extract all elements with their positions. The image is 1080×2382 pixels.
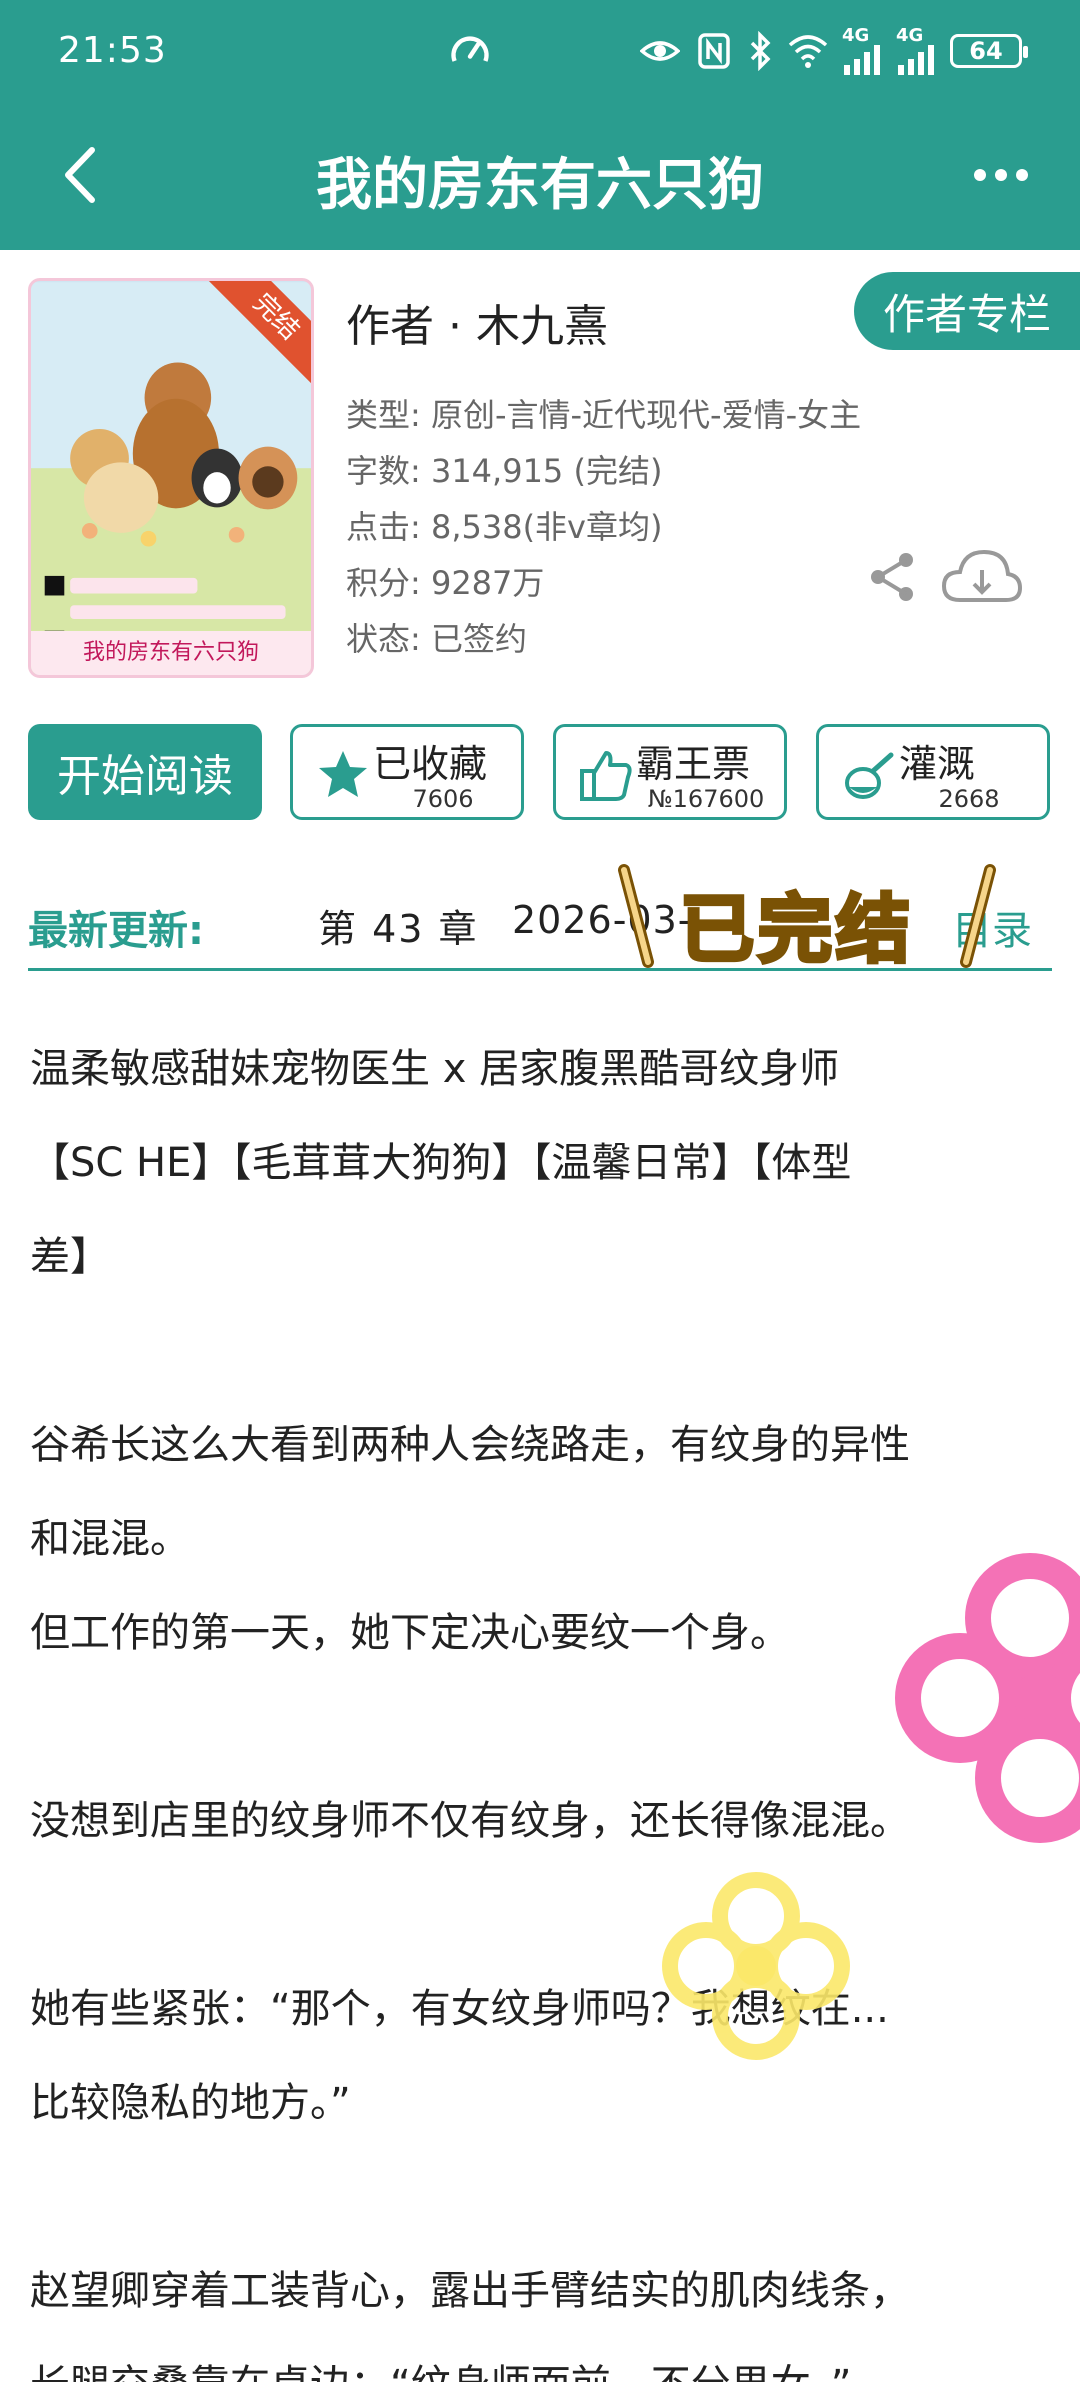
share-icon[interactable] xyxy=(866,550,920,604)
author-column-button[interactable]: 作者专栏 xyxy=(854,272,1080,350)
favorite-count: 7606 xyxy=(412,785,474,813)
network-type-1: 4G xyxy=(842,25,870,46)
desc-line: 她有些紧张：“那个，有女纹身师吗？我想纹在... xyxy=(30,1986,889,2032)
more-button[interactable] xyxy=(966,150,1036,200)
vote-button[interactable]: 霸王票 №167600 xyxy=(553,724,787,820)
wifi-icon xyxy=(788,35,828,68)
desc-line: 长腿交叠靠在桌边：“纹身师面前，不分男女。” xyxy=(30,2338,1060,2382)
yellow-flower-decoration xyxy=(662,1872,850,2060)
vote-label: 霸王票 xyxy=(636,742,751,786)
vote-count: №167600 xyxy=(647,785,765,813)
status-time: 21:53 xyxy=(58,30,167,71)
top-bar: 21:53 4G 4G 64 我的房东有六只狗 xyxy=(0,0,1080,250)
book-cover[interactable]: 完结 我的房东有六只狗 xyxy=(28,278,314,678)
desc-line xyxy=(30,1304,1060,1398)
latest-chapter[interactable]: 第 43 章 xyxy=(318,898,479,953)
latest-update-label: 最新更新: xyxy=(28,908,204,954)
completed-sticker-text: 已完结 xyxy=(678,885,914,975)
thumbs-up-icon xyxy=(580,751,632,801)
speedometer-icon xyxy=(451,36,489,62)
network-type-2: 4G xyxy=(896,25,924,46)
eye-icon xyxy=(640,41,680,61)
signal-1: 4G xyxy=(842,27,882,75)
desc-line xyxy=(30,1868,1060,1962)
word-count: 字数: 314,915 (完结) xyxy=(346,452,663,490)
click-count: 点击: 8,538(非v章均) xyxy=(346,508,663,546)
genre: 类型: 原创-言情-近代现代-爱情-女主 xyxy=(346,396,862,434)
battery-icon: 64 xyxy=(950,34,1028,68)
signal-icon xyxy=(844,45,880,75)
author-name[interactable]: 作者 · 木九熹 xyxy=(346,290,608,354)
favorite-label: 已收藏 xyxy=(373,742,488,786)
download-cloud-icon[interactable] xyxy=(940,546,1024,610)
star-icon xyxy=(319,751,367,797)
desc-line: 谷希长这么大看到两种人会绕路走，有纹身的异性 xyxy=(30,1422,910,1468)
water-count: 2668 xyxy=(938,785,1000,813)
cover-title: 我的房东有六只狗 xyxy=(31,631,311,675)
desc-line: 差】 xyxy=(30,1234,110,1280)
desc-line xyxy=(30,2150,1060,2244)
desc-line: 【SC HE】【毛茸茸大狗狗】【温馨日常】【体型 xyxy=(30,1140,852,1186)
book-info-card: 完结 我的房东有六只狗 作者 · 木九熹 作者专栏 类型: 原创-言情-近代现代… xyxy=(0,250,1080,840)
start-reading-button[interactable]: 开始阅读 xyxy=(28,724,262,820)
desc-line: 赵望卿穿着工装背心，露出手臂结实的肌肉线条， xyxy=(30,2268,910,2314)
favorite-button[interactable]: 已收藏 7606 xyxy=(290,724,524,820)
pink-flower-decoration xyxy=(895,1553,1080,1843)
desc-line: 比较隐私的地方。” xyxy=(30,2080,351,2126)
signal-2: 4G xyxy=(896,27,936,75)
nfc-icon xyxy=(698,33,730,69)
signal-icon xyxy=(898,45,934,75)
desc-line: 温柔敏感甜妹宠物医生 x 居家腹黑酷哥纹身师 xyxy=(30,1046,840,1092)
status-icons: 4G 4G 64 xyxy=(640,26,1028,76)
bluetooth-icon xyxy=(750,31,771,71)
water-label: 灌溉 xyxy=(899,742,976,786)
flask-icon xyxy=(845,752,894,799)
water-button[interactable]: 灌溉 2668 xyxy=(816,724,1050,820)
page-title: 我的房东有六只狗 xyxy=(316,153,764,218)
score: 积分: 9287万 xyxy=(346,564,545,602)
sign-status: 状态: 已签约 xyxy=(346,620,527,658)
